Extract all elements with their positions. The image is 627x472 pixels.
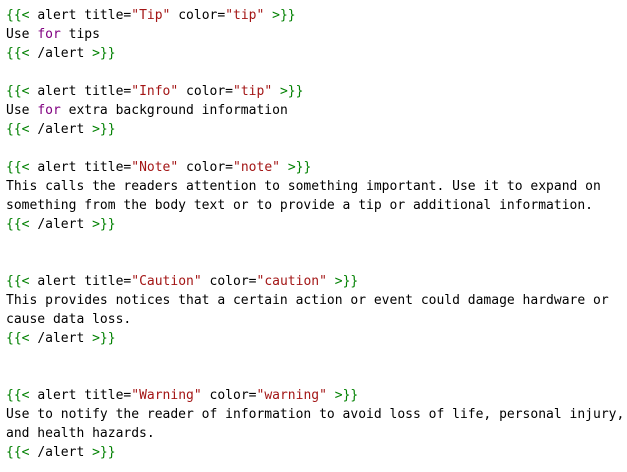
shortcode-end-line: {{< /alert >}} bbox=[6, 443, 621, 462]
shortcode-close-delimiter: >}} bbox=[287, 160, 312, 175]
code-editor: {{< alert title="Tip" color="tip" >}} Use… bbox=[6, 6, 625, 462]
shortcode-close-delimiter: >}} bbox=[92, 445, 116, 460]
shortcode-close-delimiter: >}} bbox=[272, 8, 296, 23]
body-text: Use bbox=[6, 103, 38, 118]
title-attribute: title= bbox=[84, 84, 132, 99]
shortcode-end-name: /alert bbox=[37, 445, 85, 460]
alert-body-line: and health hazards. bbox=[6, 424, 621, 443]
color-value: "note" bbox=[233, 160, 280, 175]
body-text: cause data loss. bbox=[6, 312, 132, 327]
body-text: Use to notify the reader of information … bbox=[6, 407, 625, 422]
shortcode-close-delimiter: >}} bbox=[92, 46, 116, 61]
color-attribute: color= bbox=[186, 160, 234, 175]
shortcode-open-line: {{< alert title="Note" color="note" >}} bbox=[6, 158, 621, 177]
alert-body-line: Use to notify the reader of information … bbox=[6, 405, 625, 424]
body-text: and health hazards. bbox=[6, 426, 155, 441]
color-value: "warning" bbox=[256, 388, 327, 403]
title-value: "Info" bbox=[131, 84, 179, 99]
shortcode-end-name: /alert bbox=[37, 122, 85, 137]
shortcode-open-line: {{< alert title="Warning" color="warning… bbox=[6, 386, 621, 405]
title-value: "Warning" bbox=[131, 388, 202, 403]
alert-block: {{< alert title="Tip" color="tip" >}} Use… bbox=[6, 6, 621, 63]
alert-block: {{< alert title="Caution" color="caution… bbox=[6, 272, 621, 348]
shortcode-open-delimiter: {{< bbox=[6, 46, 30, 61]
body-text: tips bbox=[60, 27, 100, 42]
shortcode-name: alert bbox=[37, 160, 77, 175]
shortcode-name: alert bbox=[37, 8, 77, 23]
shortcode-name: alert bbox=[37, 274, 77, 289]
alert-body-line: This calls the readers attention to some… bbox=[6, 177, 621, 196]
alert-body-line: Use for extra background information bbox=[6, 101, 621, 120]
keyword-token: for bbox=[37, 103, 61, 118]
body-text: This provides notices that a certain act… bbox=[6, 293, 609, 308]
title-value: "Caution" bbox=[131, 274, 202, 289]
body-text: extra background information bbox=[60, 103, 288, 118]
shortcode-close-delimiter: >}} bbox=[92, 331, 116, 346]
shortcode-name: alert bbox=[37, 84, 77, 99]
shortcode-open-delimiter: {{< bbox=[6, 445, 30, 460]
shortcode-open-delimiter: {{< bbox=[6, 217, 30, 232]
title-value: "Note" bbox=[131, 160, 179, 175]
alert-body-line: This provides notices that a certain act… bbox=[6, 291, 621, 310]
title-attribute: title= bbox=[84, 388, 132, 403]
shortcode-open-delimiter: {{< bbox=[6, 388, 30, 403]
shortcode-open-line: {{< alert title="Info" color="tip" >}} bbox=[6, 82, 621, 101]
shortcode-open-delimiter: {{< bbox=[6, 122, 30, 137]
title-attribute: title= bbox=[84, 160, 132, 175]
title-value: "Tip" bbox=[131, 8, 171, 23]
shortcode-end-line: {{< /alert >}} bbox=[6, 120, 621, 139]
shortcode-end-name: /alert bbox=[37, 46, 85, 61]
shortcode-name: alert bbox=[37, 388, 77, 403]
shortcode-open-delimiter: {{< bbox=[6, 274, 30, 289]
shortcode-end-line: {{< /alert >}} bbox=[6, 44, 621, 63]
title-attribute: title= bbox=[84, 8, 132, 23]
color-attribute: color= bbox=[209, 274, 257, 289]
color-attribute: color= bbox=[186, 84, 234, 99]
color-value: "caution" bbox=[256, 274, 327, 289]
alert-block: {{< alert title="Note" color="note" >}} T… bbox=[6, 158, 621, 234]
shortcode-end-line: {{< /alert >}} bbox=[6, 329, 621, 348]
color-attribute: color= bbox=[178, 8, 226, 23]
shortcode-end-line: {{< /alert >}} bbox=[6, 215, 621, 234]
shortcode-open-line: {{< alert title="Tip" color="tip" >}} bbox=[6, 6, 621, 25]
shortcode-open-delimiter: {{< bbox=[6, 160, 30, 175]
alert-body-line: something from the body text or to provi… bbox=[6, 196, 621, 215]
shortcode-open-line: {{< alert title="Caution" color="caution… bbox=[6, 272, 621, 291]
body-text: Use bbox=[6, 27, 38, 42]
alert-block: {{< alert title="Warning" color="warning… bbox=[6, 386, 625, 462]
keyword-token: for bbox=[37, 27, 61, 42]
alert-body-line: Use for tips bbox=[6, 25, 621, 44]
title-attribute: title= bbox=[84, 274, 132, 289]
body-text: something from the body text or to provi… bbox=[6, 198, 593, 213]
color-value: "tip" bbox=[225, 8, 265, 23]
shortcode-open-delimiter: {{< bbox=[6, 8, 30, 23]
shortcode-end-name: /alert bbox=[37, 217, 85, 232]
shortcode-close-delimiter: >}} bbox=[334, 274, 359, 289]
shortcode-open-delimiter: {{< bbox=[6, 331, 30, 346]
alert-block: {{< alert title="Info" color="tip" >}} Us… bbox=[6, 82, 621, 139]
shortcode-close-delimiter: >}} bbox=[92, 217, 116, 232]
shortcode-close-delimiter: >}} bbox=[279, 84, 304, 99]
shortcode-end-name: /alert bbox=[37, 331, 85, 346]
shortcode-close-delimiter: >}} bbox=[92, 122, 116, 137]
color-attribute: color= bbox=[209, 388, 257, 403]
body-text: This calls the readers attention to some… bbox=[6, 179, 601, 194]
alert-body-line: cause data loss. bbox=[6, 310, 621, 329]
shortcode-open-delimiter: {{< bbox=[6, 84, 30, 99]
shortcode-close-delimiter: >}} bbox=[334, 388, 359, 403]
color-value: "tip" bbox=[233, 84, 273, 99]
